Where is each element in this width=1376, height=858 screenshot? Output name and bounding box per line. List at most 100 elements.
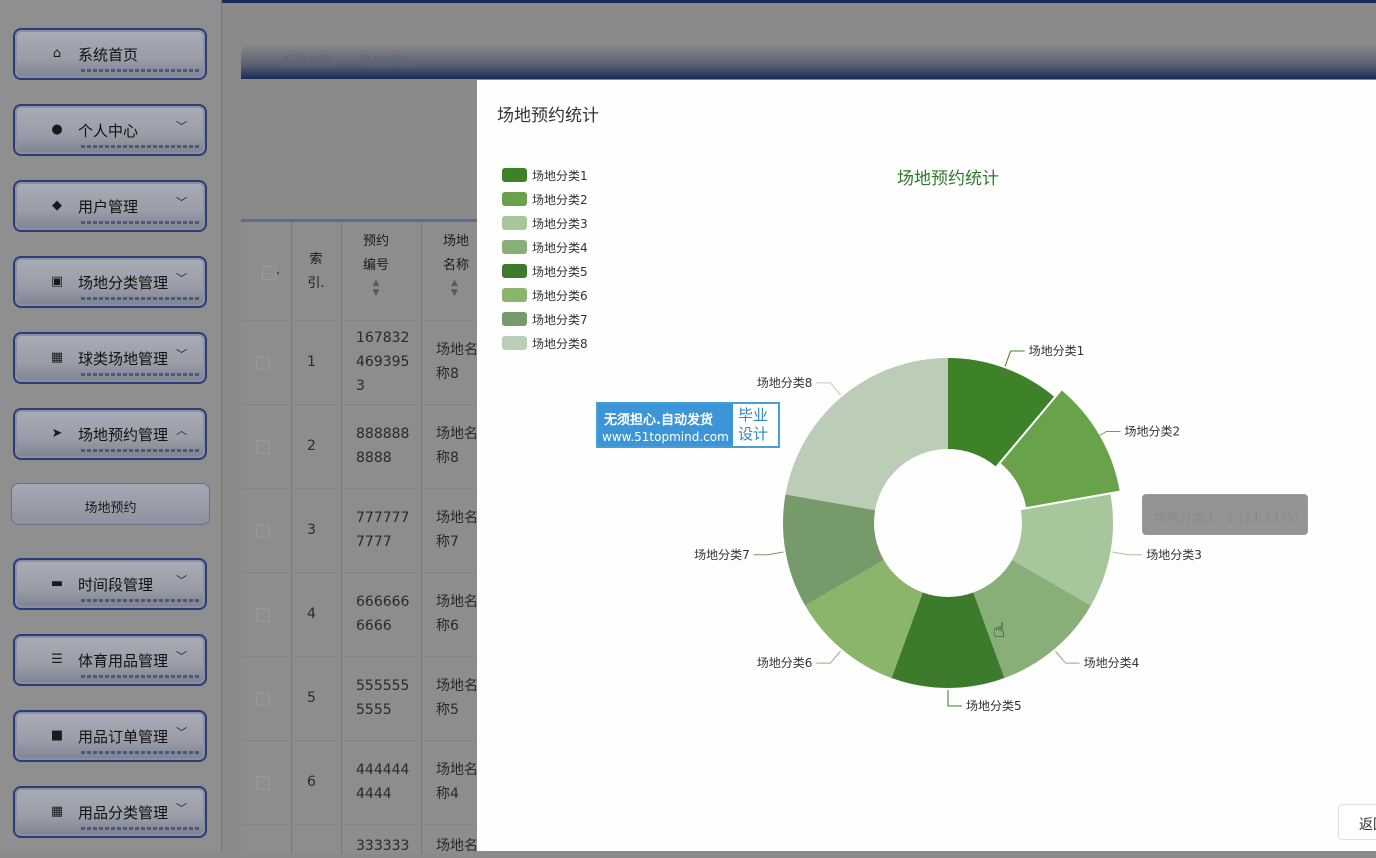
sidebar-item-decoration [81, 69, 199, 72]
sidebar-item-decoration [81, 145, 199, 148]
sidebar: ⌂ 系统首页 ● 个人中心 ﹀ ◆ 用户管理 ﹀ ▣ 场地分类管理 ﹀ ▦ 球类场地管理 ﹀ ➤ 场地预约管理… [0, 0, 222, 851]
cell-booking-no: 777777 7777 [356, 510, 410, 550]
submenu-item-booking[interactable]: 场地预约 [11, 483, 210, 525]
cell-booking-no: 167832 469395 3 [356, 330, 410, 394]
legend-swatch [502, 288, 527, 302]
watermark-line2: www.51topmind.com [602, 430, 729, 444]
legend-label: 场地分类3 [532, 217, 588, 231]
legend-swatch [502, 216, 527, 230]
sidebar-item[interactable]: ☰ 体育用品管理 ﹀ [13, 634, 207, 686]
sidebar-item-decoration [81, 599, 199, 602]
row-divider [241, 824, 481, 825]
cell-venue-name: 场地名 称8 [436, 342, 478, 382]
watermark-line1: 无须担心.自动发货 [604, 413, 713, 428]
legend-swatch [502, 240, 527, 254]
breadcrumb: 系统首页 > 场地预约 [281, 51, 412, 70]
chart-title: 场地预约统计 [897, 169, 999, 189]
legend-swatch [502, 192, 527, 206]
cell-venue-name: 场地名 称6 [436, 594, 478, 634]
row-checkbox[interactable] [256, 776, 270, 790]
chevron-down-icon: ﹀ [176, 120, 187, 133]
submenu-item-label: 场地预约 [84, 501, 137, 516]
sidebar-item-label: 用品订单管理 [78, 728, 169, 746]
sidebar-item[interactable]: ▦ 用品分类管理 ﹀ [13, 786, 207, 838]
breadcrumb-separator: > [341, 55, 352, 70]
cell-index: 4 [307, 606, 316, 622]
watermark-badge: 无须担心.自动发货 www.51topmind.com 毕业 设计 [596, 402, 780, 448]
sidebar-item[interactable]: ➤ 场地预约管理 ︿ [13, 408, 207, 460]
cell-venue-name: 场地名 称7 [436, 510, 478, 550]
sidebar-item-decoration [81, 297, 199, 300]
cell-venue-name: 场地名 称8 [436, 426, 478, 466]
cell-booking-no: 333333 [356, 838, 410, 854]
select-all-checkbox[interactable] [262, 266, 276, 280]
watermark-right1: 毕业 [738, 406, 769, 424]
cell-index: 6 [307, 774, 316, 790]
legend-label: 场地分类8 [532, 337, 588, 351]
header-check-label: . [276, 263, 281, 278]
row-divider [241, 488, 481, 489]
return-button-label: 返回 [1359, 817, 1376, 833]
row-divider [241, 572, 481, 573]
chevron-down-icon: ﹀ [176, 272, 187, 285]
home-icon: ⌂ [52, 46, 62, 61]
cell-booking-no: 555555 5555 [356, 678, 410, 718]
sidebar-item[interactable]: ▣ 场地分类管理 ﹀ [13, 256, 207, 308]
watermark-right: 毕业 设计 [738, 406, 778, 444]
cell-index: 3 [307, 522, 316, 538]
header-index: 索 引. [307, 252, 325, 291]
lightbulb-icon: ◆ [52, 198, 62, 213]
watermark-left: 无须担心.自动发货 www.51topmind.com [598, 404, 733, 446]
cell-index: 2 [307, 438, 316, 454]
sidebar-item-label: 时间段管理 [78, 576, 154, 594]
legend-swatch [502, 336, 527, 350]
cell-venue-name: 场地名 [436, 838, 478, 854]
row-checkbox[interactable] [256, 608, 270, 622]
legend-label: 场地分类4 [532, 241, 588, 255]
header-booking-no[interactable]: 预约 编号 ▲ ▼ [341, 222, 411, 320]
row-divider [241, 320, 481, 321]
header-booking-no-label: 预约 编号 [362, 234, 389, 273]
legend-label: 场地分类6 [532, 289, 588, 303]
sidebar-item[interactable]: ⌂ 系统首页 [13, 28, 207, 80]
sidebar-item-decoration [81, 221, 199, 224]
row-checkbox[interactable] [256, 692, 270, 706]
user-icon: ● [51, 122, 63, 137]
legend-label: 场地分类2 [532, 193, 588, 207]
sidebar-item-decoration [81, 827, 199, 830]
sidebar-item-label: 系统首页 [78, 46, 139, 64]
sidebar-item[interactable]: ■ 用品订单管理 ﹀ [13, 710, 207, 762]
chevron-down-icon: ﹀ [176, 726, 187, 739]
row-divider [241, 656, 481, 657]
chart-tooltip: 场地分类3：1 (11.11%) [1142, 494, 1308, 535]
sidebar-item[interactable]: ▬ 时间段管理 ﹀ [13, 558, 207, 610]
list-icon: ☰ [51, 652, 63, 667]
row-checkbox[interactable] [256, 440, 270, 454]
sidebar-item-decoration [81, 675, 199, 678]
watermark-right2: 设计 [738, 425, 769, 443]
cell-venue-name: 场地名 称4 [436, 762, 478, 802]
statistics-modal: 场地预约统计 场地分类1 场地分类2 场地分类3 场地分类4 场地分类5 场地分类6 场地分… [477, 80, 1376, 851]
legend-swatch [502, 312, 527, 326]
row-checkbox[interactable] [256, 356, 270, 370]
cell-index: 1 [307, 354, 316, 370]
sort-icon[interactable]: ▲ ▼ [341, 278, 411, 298]
chevron-down-icon: ﹀ [176, 650, 187, 663]
hand-cursor-icon: ☝ [993, 618, 1006, 642]
sidebar-item[interactable]: ● 个人中心 ﹀ [13, 104, 207, 156]
header-select-all: . [241, 222, 291, 320]
cell-booking-no: 888888 8888 [356, 426, 410, 466]
cell-booking-no: 444444 4444 [356, 762, 410, 802]
sidebar-item-decoration [81, 449, 199, 452]
sidebar-item[interactable]: ▦ 球类场地管理 ﹀ [13, 332, 207, 384]
clipboard-icon: ▣ [50, 274, 64, 289]
return-button[interactable]: 返回 [1338, 804, 1376, 840]
chevron-up-icon: ︿ [176, 424, 187, 437]
legend-label: 场地分类7 [532, 313, 588, 327]
sidebar-item[interactable]: ◆ 用户管理 ﹀ [13, 180, 207, 232]
row-checkbox[interactable] [256, 524, 270, 538]
cart-icon: ■ [50, 728, 64, 743]
breadcrumb-current: 场地预约 [359, 55, 412, 70]
breadcrumb-home[interactable]: 系统首页 [281, 55, 333, 70]
sidebar-item-decoration [81, 751, 199, 754]
